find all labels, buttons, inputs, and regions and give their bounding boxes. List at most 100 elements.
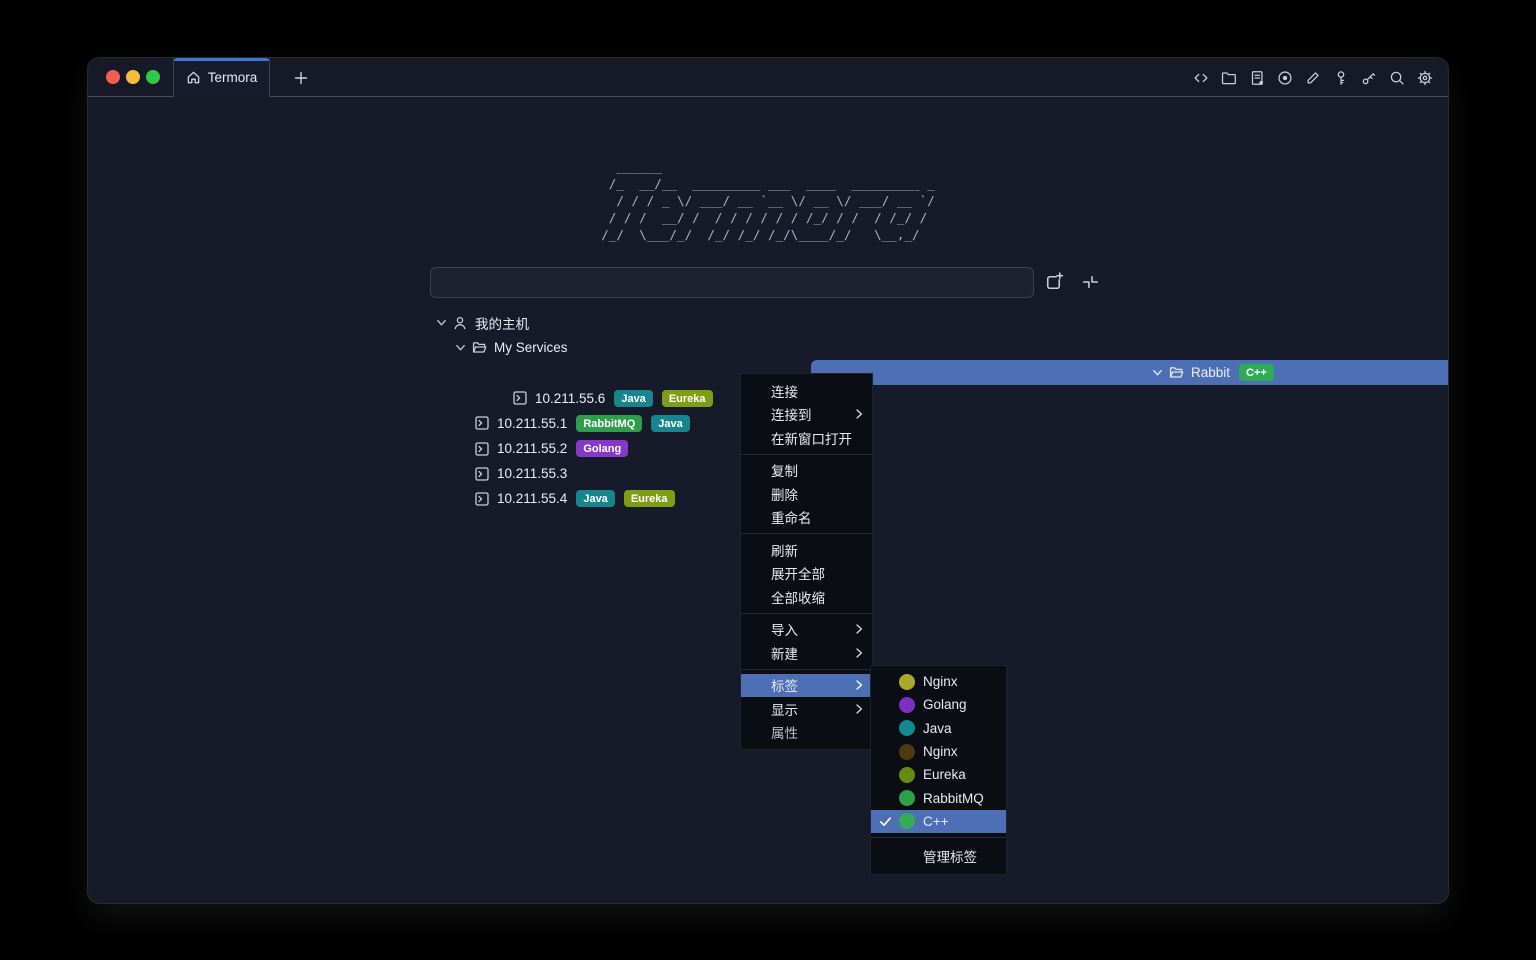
manage-tags-item[interactable]: 管理标签 <box>871 842 1006 870</box>
tree-label: 10.211.55.1 <box>497 416 567 431</box>
tag-color-dot <box>899 790 915 806</box>
tag-color-dot <box>899 720 915 736</box>
events-icon[interactable] <box>1248 69 1266 87</box>
tree-label: 我的主机 <box>475 313 529 333</box>
tag-badge: Java <box>651 415 689 432</box>
chevron-right-icon <box>855 623 863 635</box>
menu-separator <box>871 837 1006 838</box>
keychain-icon[interactable] <box>1360 69 1378 87</box>
tag-badge: Java <box>614 390 652 407</box>
tag-option-label: C++ <box>923 814 949 829</box>
home-icon <box>186 70 201 85</box>
tag-option-cpp-checked[interactable]: C++ <box>871 810 1006 833</box>
tab-termora[interactable]: Termora <box>173 58 270 97</box>
menu-item-label: 新建 <box>771 643 798 663</box>
menu-item-label: 属性 <box>771 722 798 742</box>
chevron-down-icon[interactable] <box>433 316 450 329</box>
selection-highlight <box>811 360 1448 385</box>
check-icon <box>879 815 893 828</box>
folder-open-icon <box>469 339 489 356</box>
menu-separator <box>741 669 872 670</box>
zoom-window-button[interactable] <box>146 70 160 84</box>
titlebar: Termora <box>88 58 1448 97</box>
tag-option-label: Java <box>923 721 952 736</box>
code-icon[interactable] <box>1192 69 1210 87</box>
tag-option-golang[interactable]: Golang <box>871 693 1006 716</box>
menu-item-label: 重命名 <box>771 507 812 527</box>
tag-badge: C++ <box>1239 364 1274 381</box>
tree-label: 10.211.55.4 <box>497 491 567 506</box>
chevron-right-icon <box>855 679 863 691</box>
menu-item-label: 全部收缩 <box>771 587 825 607</box>
tag-option-nginx[interactable]: Nginx <box>871 670 1006 693</box>
tag-option-eureka[interactable]: Eureka <box>871 763 1006 786</box>
tag-color-dot <box>899 744 915 760</box>
menu-item-label: 导入 <box>771 619 798 639</box>
traffic-lights <box>106 70 160 84</box>
tag-option-label: Nginx <box>923 674 958 689</box>
quick-connect-input[interactable] <box>430 267 1034 298</box>
new-tab-button[interactable] <box>284 58 318 97</box>
tag-option-label: Eureka <box>923 767 966 782</box>
close-window-button[interactable] <box>106 70 120 84</box>
search-icon[interactable] <box>1388 69 1406 87</box>
terminal-host-icon <box>510 390 530 406</box>
tree-row-my-hosts[interactable]: 我的主机 <box>88 310 1448 335</box>
tag-option-rabbitmq[interactable]: RabbitMQ <box>871 786 1006 809</box>
menu-item-properties[interactable]: 属性 <box>741 721 872 745</box>
menu-item-import[interactable]: 导入 <box>741 618 872 642</box>
menu-separator <box>741 454 872 455</box>
menu-item-delete[interactable]: 删除 <box>741 482 872 506</box>
menu-item-copy[interactable]: 复制 <box>741 459 872 483</box>
tag-option-label: RabbitMQ <box>923 791 984 806</box>
menu-item-tags[interactable]: 标签 <box>741 674 872 698</box>
menu-item-label: 连接到 <box>771 404 812 424</box>
menu-item-expand-all[interactable]: 展开全部 <box>741 562 872 586</box>
menu-item-new[interactable]: 新建 <box>741 641 872 665</box>
tag-color-dot <box>899 674 915 690</box>
menu-item-show[interactable]: 显示 <box>741 697 872 721</box>
tree-label: My Services <box>494 340 568 355</box>
tag-option-java[interactable]: Java <box>871 717 1006 740</box>
manage-tags-label: 管理标签 <box>923 846 977 866</box>
menu-item-label: 在新窗口打开 <box>771 428 852 448</box>
tag-badge: Golang <box>576 440 628 457</box>
context-menu: 连接 连接到 在新窗口打开 复制 删除 重命名 刷新 <box>740 373 873 750</box>
settings-gear-icon[interactable] <box>1416 69 1434 87</box>
folder-icon[interactable] <box>1220 69 1238 87</box>
termora-window: Termora <box>88 58 1448 903</box>
tag-option-label: Golang <box>923 697 967 712</box>
menu-item-open-in-new-window[interactable]: 在新窗口打开 <box>741 426 872 450</box>
menu-item-connect[interactable]: 连接 <box>741 379 872 403</box>
tag-option-nginx-2[interactable]: Nginx <box>871 740 1006 763</box>
tree-label: 10.211.55.3 <box>497 466 567 481</box>
menu-item-label: 删除 <box>771 484 798 504</box>
menu-item-rename[interactable]: 重命名 <box>741 506 872 530</box>
tag-submenu: Nginx Golang Java Nginx Eureka RabbitMQ <box>870 665 1007 875</box>
menu-item-refresh[interactable]: 刷新 <box>741 538 872 562</box>
collapse-all-icon[interactable] <box>1079 271 1102 294</box>
minimize-window-button[interactable] <box>126 70 140 84</box>
edit-icon[interactable] <box>1304 69 1322 87</box>
chevron-down-icon[interactable] <box>1149 366 1166 379</box>
record-icon[interactable] <box>1276 69 1294 87</box>
menu-item-connect-to[interactable]: 连接到 <box>741 403 872 427</box>
ascii-logo: ______ /_ __/__ _________ ___ ____ _____… <box>601 158 935 243</box>
key-icon[interactable] <box>1332 69 1350 87</box>
tree-row-my-services[interactable]: My Services <box>88 335 1448 360</box>
menu-item-label: 刷新 <box>771 540 798 560</box>
chevron-right-icon <box>855 703 863 715</box>
user-icon <box>450 315 470 331</box>
menu-item-collapse-all[interactable]: 全部收缩 <box>741 585 872 609</box>
chevron-down-icon[interactable] <box>452 341 469 354</box>
menu-separator <box>741 533 872 534</box>
tag-badge: Java <box>576 490 614 507</box>
menu-item-label: 展开全部 <box>771 563 825 583</box>
folder-open-icon <box>1166 364 1186 381</box>
menu-item-label: 复制 <box>771 460 798 480</box>
menu-item-label: 连接 <box>771 381 798 401</box>
tree-label: Rabbit <box>1191 365 1230 380</box>
menu-item-label: 显示 <box>771 699 798 719</box>
tag-badge: Eureka <box>624 490 675 507</box>
add-host-icon[interactable] <box>1042 271 1065 294</box>
